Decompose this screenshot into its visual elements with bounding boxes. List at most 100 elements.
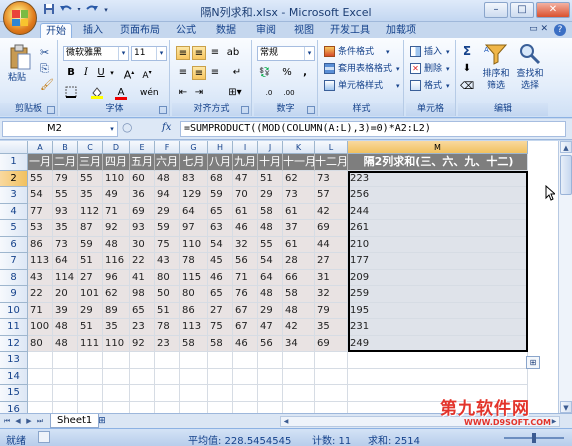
- cell-g15[interactable]: [180, 385, 208, 402]
- cell-l12[interactable]: 69: [315, 335, 348, 352]
- wrap-text-icon[interactable]: ↵: [230, 66, 244, 80]
- cell-e3[interactable]: 36: [130, 187, 155, 204]
- cell-b7[interactable]: 64: [53, 253, 78, 270]
- row-header-14[interactable]: 14: [0, 368, 28, 385]
- row-header-6[interactable]: 6: [0, 236, 28, 253]
- tab-data[interactable]: 数据: [210, 23, 242, 38]
- insert-sheet-icon[interactable]: ⊞: [94, 415, 110, 427]
- format-cells-button[interactable]: 格式 ▾: [410, 79, 454, 93]
- cell-i9[interactable]: 76: [233, 286, 258, 303]
- cell-h11[interactable]: 75: [208, 319, 233, 336]
- column-header-j[interactable]: J: [258, 141, 283, 154]
- column-header-l[interactable]: L: [315, 141, 348, 154]
- column-header-b[interactable]: B: [53, 141, 78, 154]
- row-header-7[interactable]: 7: [0, 253, 28, 270]
- borders-icon[interactable]: [64, 86, 78, 100]
- cell-e7[interactable]: 22: [130, 253, 155, 270]
- cell-f4[interactable]: 29: [155, 203, 180, 220]
- cell-m12[interactable]: 249: [348, 335, 528, 352]
- cell-d4[interactable]: 71: [103, 203, 130, 220]
- cell-i8[interactable]: 71: [233, 269, 258, 286]
- cell-f10[interactable]: 51: [155, 302, 180, 319]
- cell-m6[interactable]: 210: [348, 236, 528, 253]
- cell-d11[interactable]: 35: [103, 319, 130, 336]
- cell-k2[interactable]: 62: [283, 170, 315, 187]
- cell-f7[interactable]: 43: [155, 253, 180, 270]
- last-sheet-icon[interactable]: ⏭: [35, 416, 45, 427]
- delete-cells-button[interactable]: ✕ 删除 ▾: [410, 62, 454, 76]
- cell-e15[interactable]: [130, 385, 155, 402]
- cell-d3[interactable]: 49: [103, 187, 130, 204]
- cell-m10[interactable]: 195: [348, 302, 528, 319]
- row-header-3[interactable]: 3: [0, 187, 28, 204]
- paste-button[interactable]: 粘贴: [6, 44, 34, 88]
- cell-h3[interactable]: 59: [208, 187, 233, 204]
- grow-font-button[interactable]: A▴: [122, 66, 136, 82]
- format-painter-icon[interactable]: 🖌: [40, 78, 54, 91]
- cell-d12[interactable]: 110: [103, 335, 130, 352]
- row-header-5[interactable]: 5: [0, 220, 28, 237]
- cell-l10[interactable]: 79: [315, 302, 348, 319]
- cell-k14[interactable]: [283, 368, 315, 385]
- row-header-8[interactable]: 8: [0, 269, 28, 286]
- cell-e4[interactable]: 69: [130, 203, 155, 220]
- tab-formulas[interactable]: 公式: [170, 23, 202, 38]
- cell-j11[interactable]: 47: [258, 319, 283, 336]
- clipboard-launcher-icon[interactable]: [47, 106, 55, 114]
- cell-b14[interactable]: [53, 368, 78, 385]
- cell-a14[interactable]: [28, 368, 53, 385]
- cell-a8[interactable]: 43: [28, 269, 53, 286]
- cell-m7[interactable]: 177: [348, 253, 528, 270]
- row-header-11[interactable]: 11: [0, 319, 28, 336]
- cell-i12[interactable]: 46: [233, 335, 258, 352]
- scroll-left-icon[interactable]: ◀: [281, 417, 291, 426]
- cell-b9[interactable]: 20: [53, 286, 78, 303]
- cell-b8[interactable]: 114: [53, 269, 78, 286]
- cell-d10[interactable]: 89: [103, 302, 130, 319]
- cell-h12[interactable]: 58: [208, 335, 233, 352]
- cell-m11[interactable]: 231: [348, 319, 528, 336]
- cell-k8[interactable]: 66: [283, 269, 315, 286]
- cell-i3[interactable]: 70: [233, 187, 258, 204]
- cell-f6[interactable]: 75: [155, 236, 180, 253]
- cell-e11[interactable]: 23: [130, 319, 155, 336]
- cell-e5[interactable]: 93: [130, 220, 155, 237]
- cell-i10[interactable]: 67: [233, 302, 258, 319]
- sort-filter-button[interactable]: A 排序和 筛选: [480, 42, 512, 100]
- cell-e14[interactable]: [130, 368, 155, 385]
- column-header-h[interactable]: H: [208, 141, 233, 154]
- cell-m2[interactable]: 223: [348, 170, 528, 187]
- cell-l9[interactable]: 32: [315, 286, 348, 303]
- horizontal-scrollbar[interactable]: ◀ ▶: [280, 416, 560, 427]
- font-color-icon[interactable]: A: [114, 86, 128, 100]
- cell-c5[interactable]: 87: [78, 220, 103, 237]
- cell-c13[interactable]: [78, 352, 103, 369]
- cell-a11[interactable]: 100: [28, 319, 53, 336]
- cell-c15[interactable]: [78, 385, 103, 402]
- tab-insert[interactable]: 插入: [78, 23, 108, 38]
- column-header-m[interactable]: M: [348, 141, 528, 154]
- cell-h2[interactable]: 68: [208, 170, 233, 187]
- cell-i13[interactable]: [233, 352, 258, 369]
- cell-m13[interactable]: [348, 352, 528, 369]
- cell-f1[interactable]: 六月: [155, 154, 180, 171]
- row-header-10[interactable]: 10: [0, 302, 28, 319]
- first-sheet-icon[interactable]: ⏮: [2, 416, 12, 427]
- cell-e10[interactable]: 65: [130, 302, 155, 319]
- cell-h14[interactable]: [208, 368, 233, 385]
- underline-dropdown-icon[interactable]: ▾: [108, 66, 116, 80]
- orientation-icon[interactable]: ab: [226, 46, 240, 60]
- cell-k9[interactable]: 58: [283, 286, 315, 303]
- cell-a15[interactable]: [28, 385, 53, 402]
- cell-c9[interactable]: 101: [78, 286, 103, 303]
- cell-f15[interactable]: [155, 385, 180, 402]
- cell-f12[interactable]: 23: [155, 335, 180, 352]
- name-box[interactable]: M2 ▾: [2, 121, 118, 137]
- zoom-slider[interactable]: [504, 433, 564, 443]
- cell-b11[interactable]: 48: [53, 319, 78, 336]
- fill-color-icon[interactable]: [90, 86, 104, 100]
- cell-a7[interactable]: 113: [28, 253, 53, 270]
- cell-l11[interactable]: 35: [315, 319, 348, 336]
- cell-a1[interactable]: 一月: [28, 154, 53, 171]
- row-header-9[interactable]: 9: [0, 286, 28, 303]
